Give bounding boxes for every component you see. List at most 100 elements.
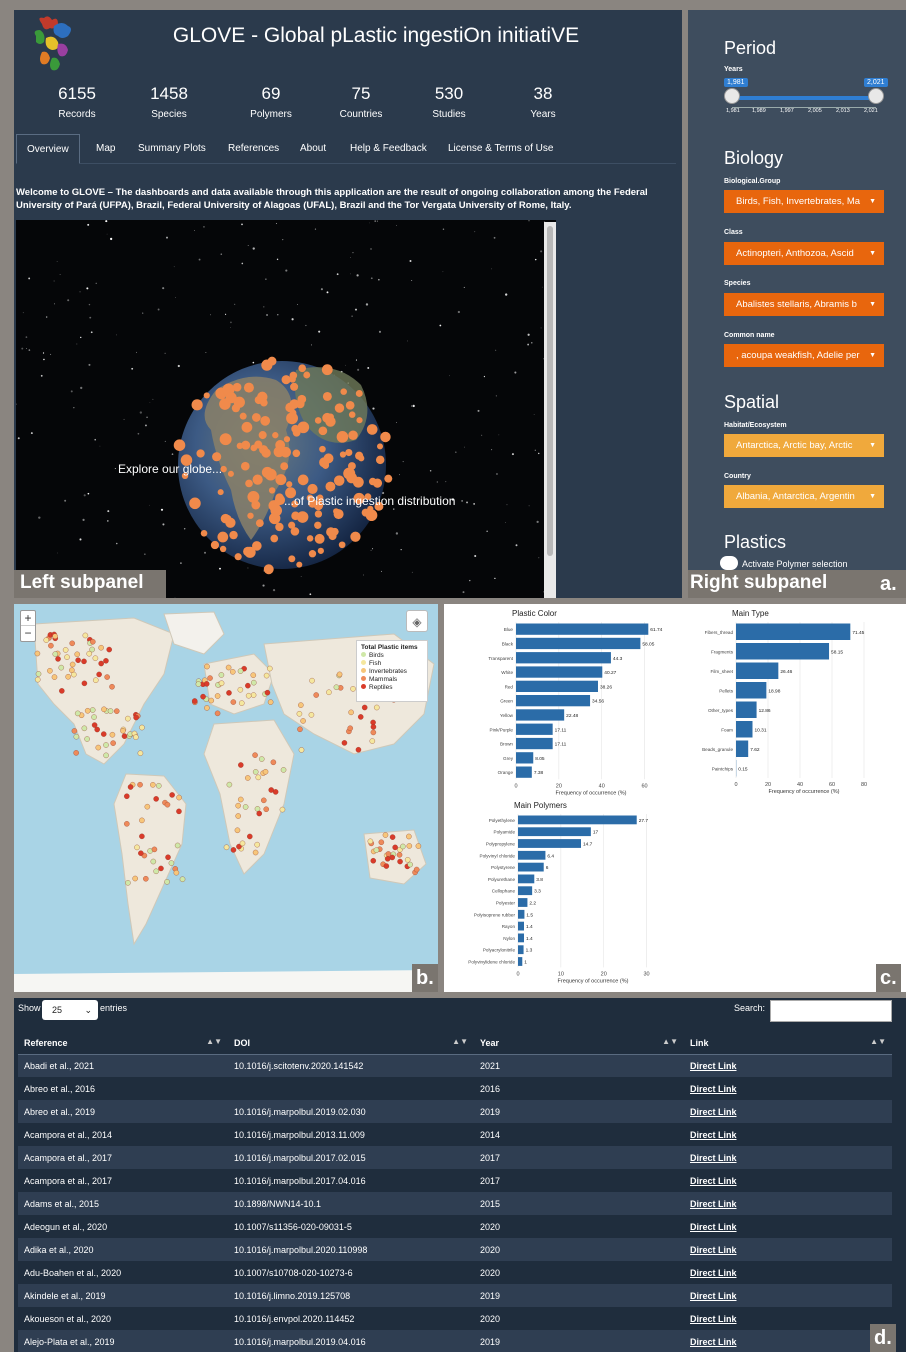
map-marker[interactable] bbox=[92, 655, 99, 661]
map-marker[interactable] bbox=[69, 667, 75, 673]
map-marker[interactable] bbox=[225, 664, 232, 671]
map-marker[interactable] bbox=[133, 734, 139, 740]
map-marker[interactable] bbox=[153, 796, 159, 802]
map-marker[interactable] bbox=[191, 698, 198, 704]
map-marker[interactable] bbox=[150, 782, 156, 788]
map-marker[interactable] bbox=[176, 808, 182, 815]
map-marker[interactable] bbox=[96, 671, 102, 678]
map-marker[interactable] bbox=[55, 656, 61, 662]
map-marker[interactable] bbox=[150, 858, 157, 865]
tab-license[interactable]: License & Terms of Use bbox=[448, 134, 553, 164]
map-marker[interactable] bbox=[169, 792, 175, 798]
column-header-year[interactable]: Year ▲▼ bbox=[474, 1032, 684, 1055]
map-marker[interactable] bbox=[262, 769, 269, 775]
map-marker[interactable] bbox=[373, 847, 380, 853]
map-marker[interactable] bbox=[326, 689, 332, 696]
tab-help-feedback[interactable]: Help & Feedback bbox=[350, 134, 427, 164]
map-marker[interactable] bbox=[156, 783, 162, 789]
map-marker[interactable] bbox=[226, 690, 232, 696]
map-marker[interactable] bbox=[64, 654, 70, 660]
map-marker[interactable] bbox=[361, 704, 368, 711]
map-marker[interactable] bbox=[250, 672, 257, 678]
map-marker[interactable] bbox=[109, 684, 115, 690]
direct-link[interactable]: Direct Link bbox=[690, 1222, 737, 1232]
map-marker[interactable] bbox=[89, 707, 96, 713]
map-marker[interactable] bbox=[378, 839, 385, 845]
map-marker[interactable] bbox=[204, 705, 210, 711]
map-marker[interactable] bbox=[114, 708, 120, 714]
map-marker[interactable] bbox=[370, 724, 377, 730]
sort-icon[interactable]: ▲▼ bbox=[870, 1037, 886, 1046]
map-marker[interactable] bbox=[200, 693, 206, 700]
map-marker[interactable] bbox=[74, 651, 80, 658]
map-marker[interactable] bbox=[298, 747, 305, 753]
map-marker[interactable] bbox=[404, 857, 411, 863]
map-marker[interactable] bbox=[91, 714, 97, 720]
map-marker[interactable] bbox=[370, 729, 377, 736]
map-marker[interactable] bbox=[81, 725, 88, 732]
map-marker[interactable] bbox=[357, 714, 364, 720]
tab-references[interactable]: References bbox=[228, 134, 279, 164]
map-marker[interactable] bbox=[407, 861, 413, 868]
map-marker[interactable] bbox=[139, 817, 145, 824]
direct-link[interactable]: Direct Link bbox=[690, 1061, 737, 1071]
map-marker[interactable] bbox=[89, 646, 95, 653]
map-marker[interactable] bbox=[383, 863, 390, 869]
map-marker[interactable] bbox=[52, 651, 59, 657]
species-select[interactable]: Abalistes stellaris, Abramis b ▼ bbox=[724, 293, 884, 316]
common-name-select[interactable]: , acoupa weakfish, Adelie per ▼ bbox=[724, 344, 884, 367]
class-select[interactable]: Actinopteri, Anthozoa, Ascid ▼ bbox=[724, 242, 884, 265]
map-marker[interactable] bbox=[234, 827, 241, 834]
map-marker[interactable] bbox=[176, 794, 182, 801]
column-header-reference[interactable]: Reference ▲▼ bbox=[18, 1032, 228, 1055]
map-marker[interactable] bbox=[90, 638, 96, 645]
map-marker[interactable] bbox=[254, 841, 260, 848]
map-marker[interactable] bbox=[204, 663, 210, 670]
map-marker[interactable] bbox=[239, 700, 245, 706]
map-marker[interactable] bbox=[267, 699, 274, 705]
map-marker[interactable] bbox=[406, 833, 412, 840]
map-marker[interactable] bbox=[110, 740, 116, 746]
map-marker[interactable] bbox=[121, 733, 128, 739]
country-select[interactable]: Albania, Antarctica, Argentin ▼ bbox=[724, 485, 884, 508]
direct-link[interactable]: Direct Link bbox=[690, 1153, 737, 1163]
map-marker[interactable] bbox=[138, 850, 144, 856]
map-marker[interactable] bbox=[308, 712, 315, 718]
map-marker[interactable] bbox=[109, 731, 116, 738]
habitat-select[interactable]: Antarctica, Arctic bay, Arctic ▼ bbox=[724, 434, 884, 457]
map-marker[interactable] bbox=[93, 677, 99, 683]
map-marker[interactable] bbox=[370, 857, 377, 864]
year-slider-track[interactable] bbox=[732, 96, 876, 100]
map-marker[interactable] bbox=[84, 736, 90, 742]
direct-link[interactable]: Direct Link bbox=[690, 1130, 737, 1140]
map-marker[interactable] bbox=[336, 671, 343, 678]
map-marker[interactable] bbox=[239, 840, 246, 847]
tab-map[interactable]: Map bbox=[96, 134, 115, 164]
map-marker[interactable] bbox=[203, 681, 210, 687]
map-marker[interactable] bbox=[139, 833, 145, 840]
map-marker[interactable] bbox=[103, 742, 109, 748]
map-marker[interactable] bbox=[238, 762, 244, 768]
map-marker[interactable] bbox=[296, 711, 303, 717]
map-marker[interactable] bbox=[100, 731, 107, 737]
map-marker[interactable] bbox=[137, 781, 143, 788]
map-marker[interactable] bbox=[384, 856, 391, 862]
scrollbar-thumb[interactable] bbox=[547, 226, 553, 556]
map-marker[interactable] bbox=[261, 797, 267, 804]
map-marker[interactable] bbox=[139, 724, 145, 731]
sort-icon[interactable]: ▲▼ bbox=[452, 1037, 468, 1046]
map-marker[interactable] bbox=[173, 869, 180, 876]
map-marker[interactable] bbox=[355, 746, 362, 753]
map-marker[interactable] bbox=[59, 688, 65, 694]
map-marker[interactable] bbox=[124, 821, 130, 827]
map-marker[interactable] bbox=[374, 704, 380, 711]
distribution-map[interactable]: + − ◈ Total Plastic items Birds Fish Inv… bbox=[14, 604, 438, 992]
map-marker[interactable] bbox=[397, 858, 403, 865]
sort-icon[interactable]: ▲▼ bbox=[206, 1037, 222, 1046]
map-marker[interactable] bbox=[214, 710, 221, 717]
map-marker[interactable] bbox=[226, 781, 233, 788]
map-marker[interactable] bbox=[120, 728, 126, 734]
map-marker[interactable] bbox=[195, 681, 202, 687]
map-marker[interactable] bbox=[245, 692, 252, 699]
map-marker[interactable] bbox=[47, 668, 53, 674]
